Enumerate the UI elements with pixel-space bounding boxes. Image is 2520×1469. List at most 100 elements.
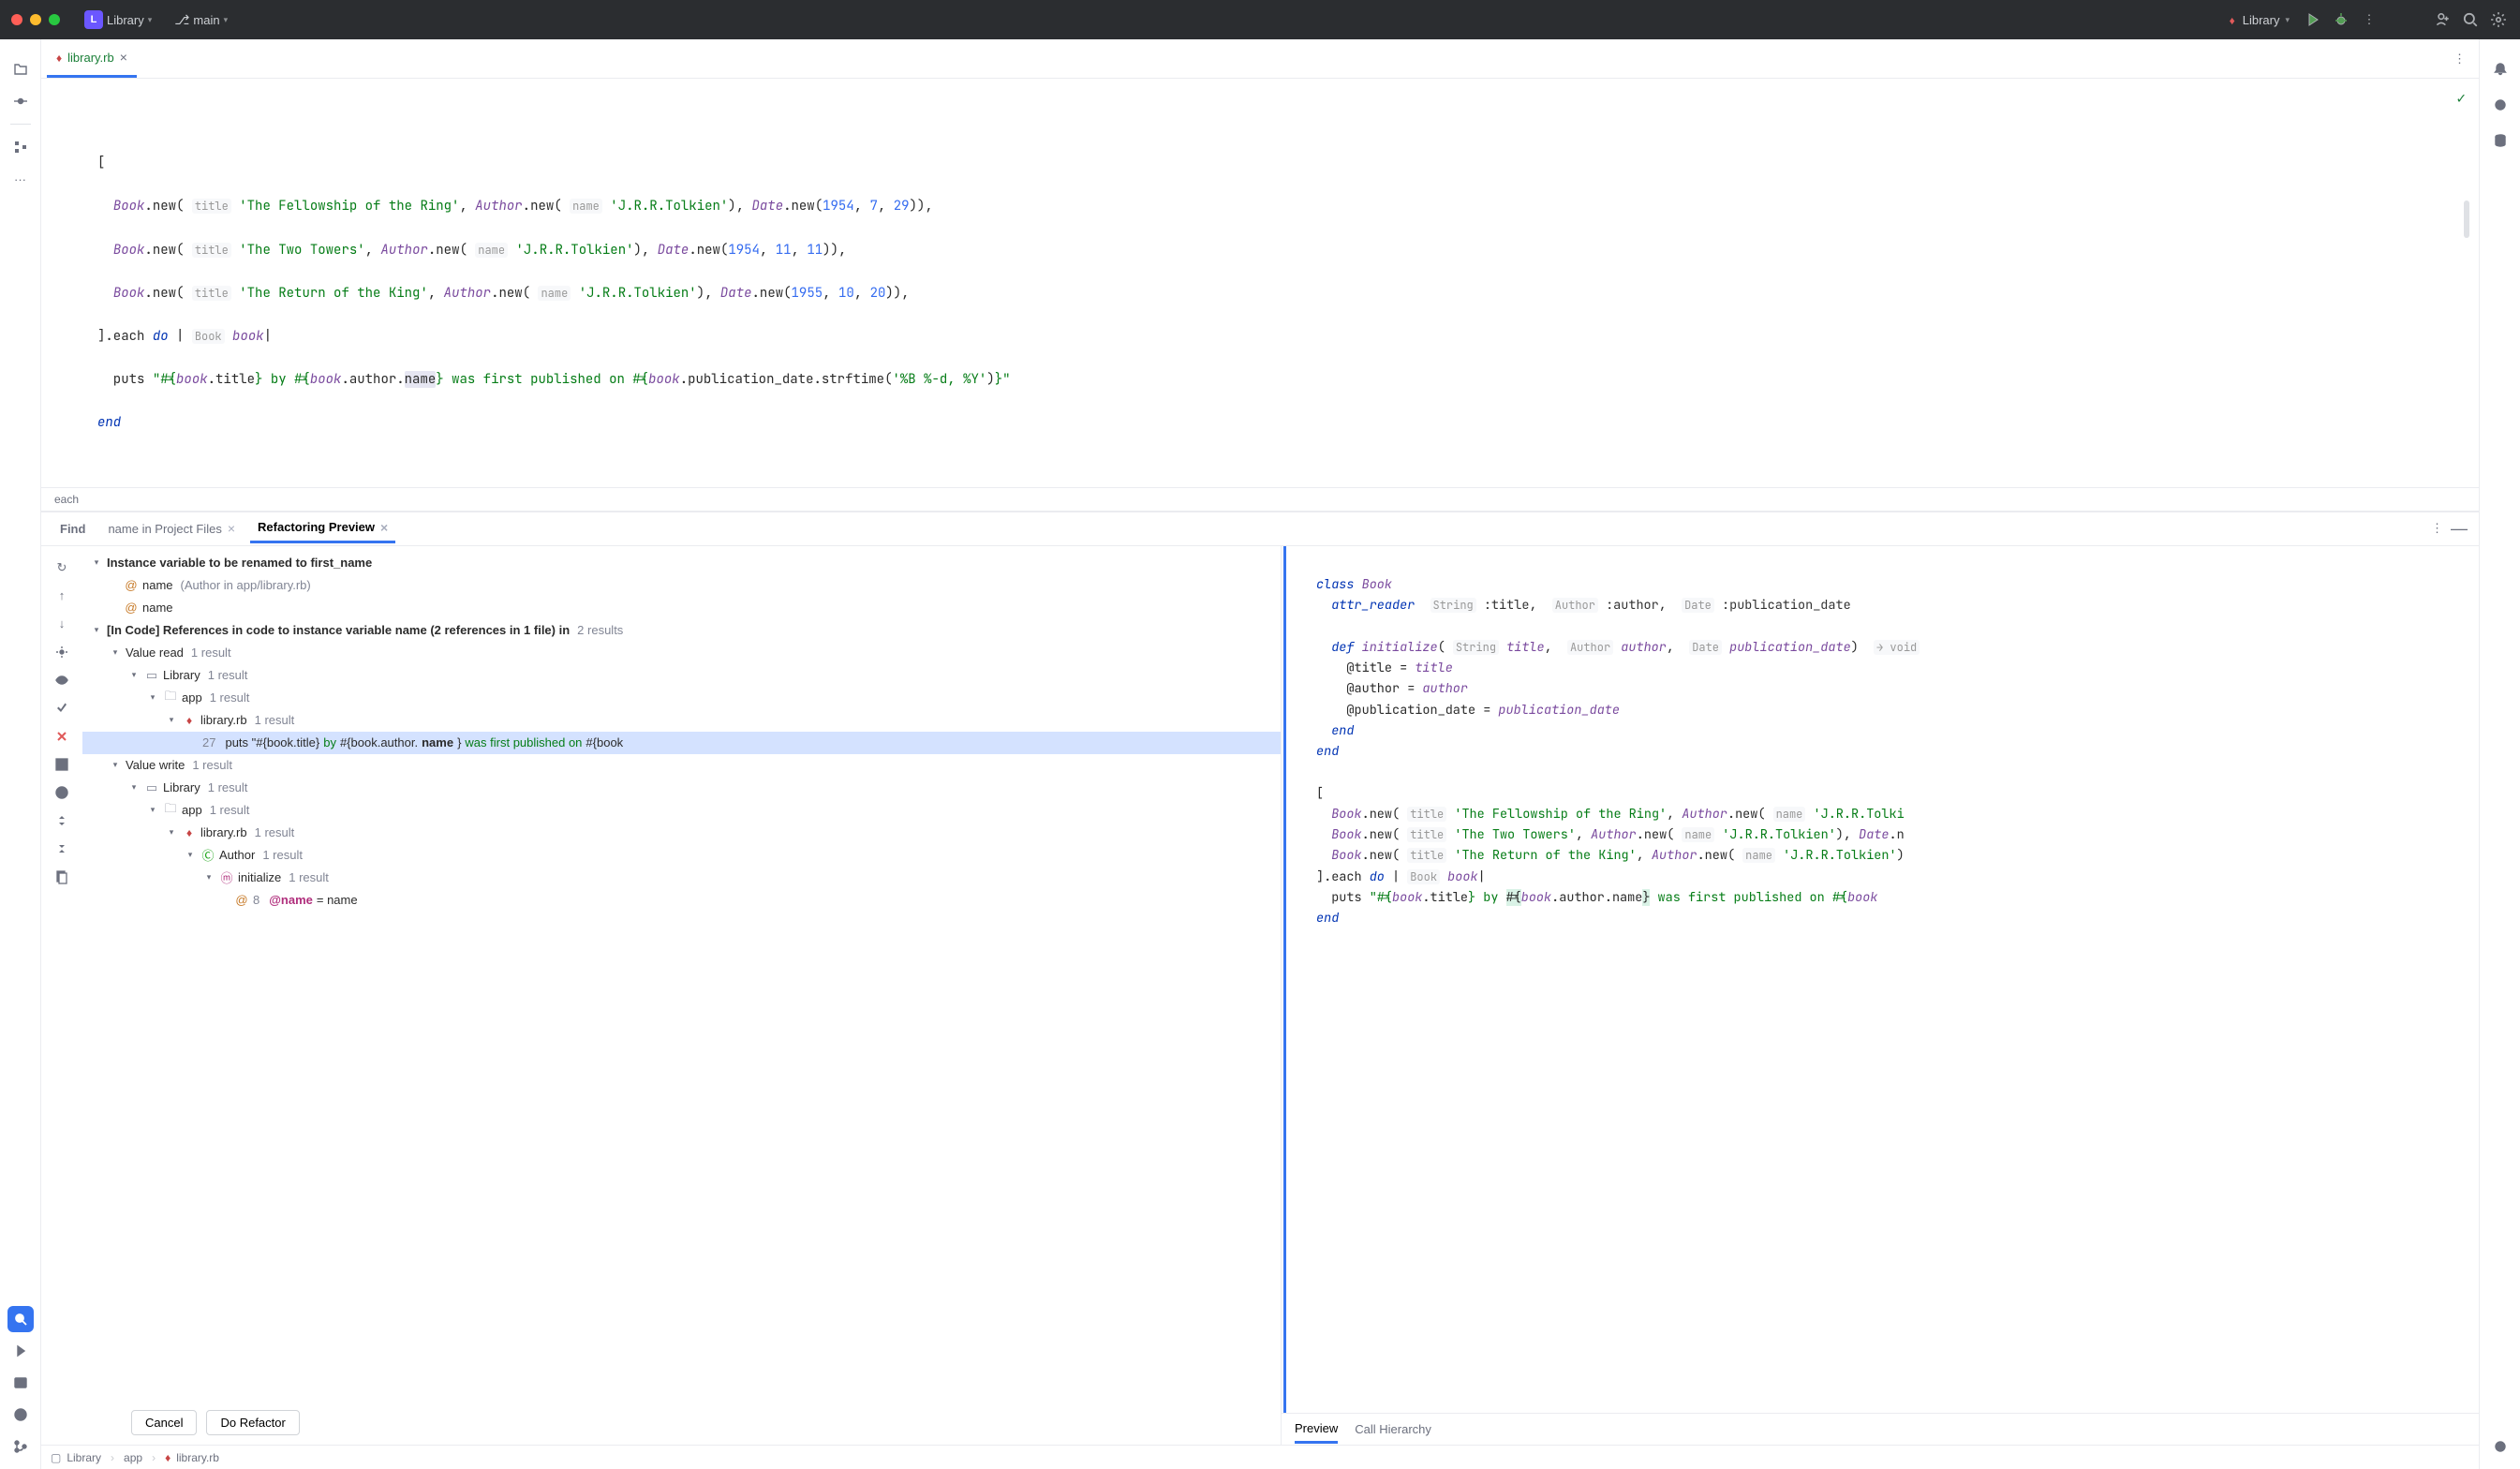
preview-tab[interactable]: Preview xyxy=(1295,1416,1338,1444)
next-occurrence-button[interactable]: ↓ xyxy=(50,612,74,636)
tree-value-read-app[interactable]: ▾ 🗀 app 1 result xyxy=(82,687,1281,709)
tab-options-button[interactable]: ⋮ xyxy=(2453,52,2466,67)
prev-occurrence-button[interactable]: ↑ xyxy=(50,584,74,608)
expand-all-button[interactable] xyxy=(50,809,74,833)
tree-code-references[interactable]: ▾ [In Code] References in code to instan… xyxy=(82,619,1281,642)
cancel-button[interactable]: Cancel xyxy=(131,1410,197,1435)
title-bar: L Library ▾ main ▾ Library ▾ ⋮ xyxy=(0,0,2520,39)
chevron-down-icon: ▾ xyxy=(224,15,229,25)
tree-root-rename[interactable]: ▾ Instance variable to be renamed to fir… xyxy=(82,552,1281,574)
structure-view-button[interactable] xyxy=(7,134,34,160)
window-controls xyxy=(11,14,60,25)
refactor-action-buttons: Cancel Do Refactor xyxy=(82,1399,1281,1445)
project-selector[interactable]: L Library ▾ xyxy=(77,7,159,33)
minimize-tool-button[interactable]: — xyxy=(2451,519,2468,539)
commit-view-button[interactable] xyxy=(7,88,34,114)
tree-value-read-library[interactable]: ▾ ▭ Library 1 result xyxy=(82,664,1281,687)
terminal-button[interactable] xyxy=(7,1370,34,1396)
breadcrumb-app[interactable]: app xyxy=(124,1451,142,1464)
more-actions-button[interactable]: ⋮ xyxy=(2359,9,2379,30)
status-bar: ▢ Library app library.rb xyxy=(41,1445,2479,1469)
settings-button[interactable] xyxy=(50,640,74,664)
collab-icon[interactable] xyxy=(2432,9,2453,30)
group-by-button[interactable] xyxy=(50,752,74,777)
branch-name: main xyxy=(193,13,219,27)
inspections-ok-icon[interactable]: ✓ xyxy=(2456,86,2466,111)
tool-window-tabs: Find name in Project Files× Refactoring … xyxy=(41,512,2479,546)
close-tab-icon[interactable]: × xyxy=(120,50,127,65)
tree-value-write-file[interactable]: ▾ library.rb 1 result xyxy=(82,822,1281,844)
code-text: [ xyxy=(97,155,105,171)
tree-value-write-library[interactable]: ▾ ▭ Library 1 result xyxy=(82,777,1281,799)
coverage-button[interactable] xyxy=(2487,1433,2513,1460)
chevron-down-icon: ▾ xyxy=(148,15,153,25)
editor[interactable]: ✓ [ Book.new( title 'The Fellowship of t… xyxy=(41,79,2479,487)
vcs-button[interactable] xyxy=(7,1433,34,1460)
tree-value-write-author[interactable]: ▾ Ⓒ Author 1 result xyxy=(82,844,1281,867)
preview-panel: class Book attr_reader String :title, Au… xyxy=(1281,546,2479,1445)
tree-item-name-secondary[interactable]: @ name xyxy=(82,597,1281,619)
tool-left-toolbar: ↻ ↑ ↓ xyxy=(41,546,82,1445)
refactoring-tree[interactable]: ▾ Instance variable to be renamed to fir… xyxy=(82,546,1281,1399)
tree-value-write-app[interactable]: ▾ 🗀 app 1 result xyxy=(82,799,1281,822)
search-icon[interactable] xyxy=(2460,9,2481,30)
tree-item-name-primary[interactable]: @ name (Author in app/library.rb) xyxy=(82,574,1281,597)
debug-button[interactable] xyxy=(2331,9,2351,30)
tree-value-read[interactable]: ▾ Value read 1 result xyxy=(82,642,1281,664)
notifications-button[interactable] xyxy=(2487,56,2513,82)
run-tool-button[interactable] xyxy=(7,1338,34,1364)
ruby-file-icon xyxy=(56,51,62,65)
tab-label: library.rb xyxy=(67,51,114,65)
project-badge-icon: L xyxy=(84,10,103,29)
database-button[interactable] xyxy=(2487,127,2513,154)
breadcrumb-file[interactable]: library.rb xyxy=(176,1451,219,1464)
editor-tab-library-rb[interactable]: library.rb × xyxy=(47,39,137,78)
more-tools-button[interactable]: ··· xyxy=(7,166,34,192)
breadcrumb-project[interactable]: Library xyxy=(67,1451,101,1464)
refresh-button[interactable]: ↻ xyxy=(50,556,74,580)
preview-toggle-button[interactable] xyxy=(50,668,74,692)
ruby-file-icon xyxy=(165,1451,170,1464)
tool-options-button[interactable]: ⋮ xyxy=(2431,521,2443,536)
ruby-file-icon xyxy=(182,713,197,727)
run-button[interactable] xyxy=(2303,9,2323,30)
assistant-button[interactable] xyxy=(2487,92,2513,118)
close-window-icon[interactable] xyxy=(11,14,22,25)
close-tab-icon[interactable]: × xyxy=(228,521,235,536)
docs-button[interactable] xyxy=(50,865,74,889)
problems-button[interactable] xyxy=(7,1402,34,1428)
maximize-window-icon[interactable] xyxy=(49,14,60,25)
settings-icon[interactable] xyxy=(2488,9,2509,30)
branch-icon xyxy=(174,12,189,28)
exclude-button[interactable] xyxy=(50,724,74,749)
tree-hit-line-8[interactable]: @ 8 @name = name xyxy=(82,889,1281,912)
find-tool-button[interactable] xyxy=(7,1306,34,1332)
refactoring-tree-panel: ▾ Instance variable to be renamed to fir… xyxy=(82,546,1281,1445)
ruby-icon xyxy=(2230,13,2237,27)
minimize-window-icon[interactable] xyxy=(30,14,41,25)
editor-breadcrumb[interactable]: each xyxy=(41,487,2479,512)
do-refactor-button[interactable]: Do Refactor xyxy=(206,1410,299,1435)
run-config-name: Library xyxy=(2243,13,2280,27)
editor-tab-bar: library.rb × ⋮ xyxy=(41,39,2479,79)
include-button[interactable] xyxy=(50,696,74,720)
collapse-all-button[interactable] xyxy=(50,837,74,861)
branch-selector[interactable]: main ▾ xyxy=(167,8,235,32)
call-hierarchy-tab[interactable]: Call Hierarchy xyxy=(1355,1417,1431,1442)
project-view-button[interactable] xyxy=(7,56,34,82)
tab-refactoring-preview[interactable]: Refactoring Preview× xyxy=(250,514,395,543)
tree-value-write-initialize[interactable]: ▾ ⓜ initialize 1 result xyxy=(82,867,1281,889)
info-button[interactable] xyxy=(50,780,74,805)
tab-find[interactable]: Find xyxy=(52,516,93,542)
tree-value-read-file[interactable]: ▾ library.rb 1 result xyxy=(82,709,1281,732)
preview-editor[interactable]: class Book attr_reader String :title, Au… xyxy=(1283,546,2479,1413)
tree-value-write[interactable]: ▾ Value write 1 result xyxy=(82,754,1281,777)
tree-hit-line-27[interactable]: 27 puts "#{book.title} by #{book.author.… xyxy=(82,732,1281,754)
tab-name-in-files[interactable]: name in Project Files× xyxy=(100,515,243,542)
close-tab-icon[interactable]: × xyxy=(380,520,388,535)
run-config-selector[interactable]: Library ▾ xyxy=(2224,13,2295,27)
right-toolbar xyxy=(2479,39,2520,1469)
chevron-down-icon: ▾ xyxy=(2285,15,2290,25)
find-tool-window: Find name in Project Files× Refactoring … xyxy=(41,512,2479,1445)
preview-sub-tabs: Preview Call Hierarchy xyxy=(1282,1413,2479,1445)
